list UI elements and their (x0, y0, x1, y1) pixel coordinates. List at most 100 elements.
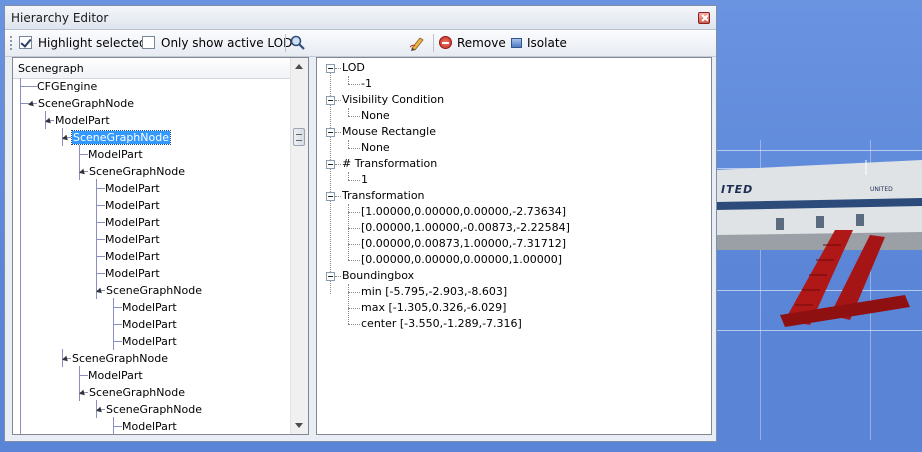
scroll-thumb[interactable] (293, 128, 305, 146)
tree-node-label: SceneGraphNode (106, 284, 202, 297)
property-branch-line (348, 228, 360, 229)
tree-node[interactable]: ModelPart (88, 367, 143, 384)
expanded-triangle-icon[interactable] (96, 406, 104, 414)
properties-panel[interactable]: LOD -1 Visibility Condition None Mouse Recta… (316, 57, 712, 435)
property-value: None (361, 141, 390, 154)
only-active-lod-checkbox[interactable] (142, 36, 155, 49)
tree-branch-line (113, 417, 114, 434)
tree-view[interactable]: CFGEngine SceneGraphNode ModelPart SceneGra… (13, 78, 291, 434)
tree-branch-line (96, 222, 105, 223)
collapse-toggle-icon[interactable] (326, 96, 335, 105)
tree-header-label: Scenegraph (18, 62, 84, 75)
tree-node-label: ModelPart (105, 267, 160, 280)
collapse-toggle-icon[interactable] (326, 128, 335, 137)
properties-tree[interactable]: LOD -1 Visibility Condition None Mouse Recta… (317, 58, 711, 434)
toolbar-grip-icon[interactable] (10, 36, 14, 50)
collapse-toggle-icon[interactable] (326, 64, 335, 73)
tree-node-label: ModelPart (105, 233, 160, 246)
tree-header[interactable]: Scenegraph (13, 58, 291, 79)
tree-node[interactable]: SceneGraphNode (79, 384, 185, 401)
property-group-label[interactable]: Mouse Rectangle (342, 124, 436, 140)
tree-node[interactable]: ModelPart (122, 333, 177, 350)
tree-branch-line (96, 247, 97, 265)
scroll-down-arrow-icon[interactable] (295, 423, 303, 428)
remove-icon[interactable] (439, 36, 452, 49)
property-branch-line (348, 260, 360, 261)
expanded-triangle-icon[interactable] (79, 389, 87, 397)
tree-node-label: SceneGraphNode (89, 165, 185, 178)
property-branch-line (335, 164, 341, 165)
property-branch-line (348, 172, 349, 180)
collapse-toggle-icon[interactable] (326, 192, 335, 201)
property-value: center [-3.550,-1.289,-7.316] (361, 317, 522, 330)
property-group-label[interactable]: Boundingbox (342, 268, 414, 284)
property-branch-line (348, 292, 360, 293)
collapse-toggle-icon[interactable] (326, 160, 335, 169)
scenegraph-tree-panel[interactable]: Scenegraph CFGEngine SceneGraphNode ModelP… (12, 57, 309, 435)
property-value: max [-1.305,0.326,-6.029] (361, 301, 507, 314)
tree-node[interactable]: SceneGraphNode (62, 129, 171, 146)
tree-node[interactable]: ModelPart (122, 299, 177, 316)
isolate-icon[interactable] (511, 38, 522, 48)
expanded-triangle-icon[interactable] (79, 168, 87, 176)
property-group-label[interactable]: Visibility Condition (342, 92, 444, 108)
property-group-label[interactable]: # Transformation (342, 156, 437, 172)
tree-node[interactable]: ModelPart (105, 265, 160, 282)
tree-branch-line (96, 264, 97, 282)
property-group-label[interactable]: Transformation (342, 188, 425, 204)
toolbar-separator (285, 34, 286, 52)
remove-button[interactable]: Remove (457, 36, 506, 50)
tree-node[interactable]: SceneGraphNode (28, 95, 134, 112)
tree-node[interactable]: ModelPart (105, 180, 160, 197)
property-branch-line (348, 308, 360, 309)
expanded-triangle-icon[interactable] (62, 355, 70, 363)
stairs-model (780, 230, 910, 327)
close-button[interactable] (698, 12, 710, 24)
tree-node[interactable]: SceneGraphNode (96, 401, 202, 418)
tree-node[interactable]: ModelPart (122, 316, 177, 333)
expanded-triangle-icon[interactable] (62, 134, 70, 142)
tree-node-label: ModelPart (105, 250, 160, 263)
edit-pen-icon[interactable] (409, 35, 425, 51)
tree-node[interactable]: CFGEngine (37, 78, 97, 95)
tree-node[interactable]: ModelPart (105, 214, 160, 231)
tree-node-label: ModelPart (88, 148, 143, 161)
tree-node[interactable]: ModelPart (105, 248, 160, 265)
tree-node[interactable]: ModelPart (122, 418, 177, 434)
property-branch-line (348, 140, 349, 148)
tree-node[interactable]: ModelPart (88, 146, 143, 163)
highlight-selected-checkbox[interactable] (19, 36, 32, 49)
tree-node[interactable]: SceneGraphNode (62, 350, 168, 367)
tree-node-label: ModelPart (105, 182, 160, 195)
property-branch-line (348, 148, 360, 149)
tree-branch-line (96, 188, 105, 189)
collapse-toggle-icon[interactable] (326, 272, 335, 281)
property-group-label[interactable]: LOD (342, 60, 365, 76)
tree-branch-line (113, 341, 122, 342)
tree-node[interactable]: SceneGraphNode (96, 282, 202, 299)
tree-scrollbar[interactable] (290, 58, 308, 434)
tree-branch-line (96, 179, 97, 197)
hierarchy-editor-window: Hierarchy Editor Highlight selected Only… (4, 5, 717, 442)
highlight-selected-label[interactable]: Highlight selected (38, 36, 147, 50)
tree-node-label: ModelPart (88, 369, 143, 382)
expanded-triangle-icon[interactable] (28, 100, 36, 108)
tree-node[interactable]: ModelPart (105, 231, 160, 248)
property-branch-line (348, 84, 360, 85)
tree-node-label: ModelPart (55, 114, 110, 127)
property-branch-line (348, 284, 349, 324)
tree-node[interactable]: SceneGraphNode (79, 163, 185, 180)
property-branch-line (348, 324, 360, 325)
tree-node[interactable]: ModelPart (45, 112, 110, 129)
magnifier-icon[interactable] (290, 35, 305, 50)
property-value: [0.00000,1.00000,-0.00873,-2.22584] (361, 221, 570, 234)
tree-branch-line (96, 230, 97, 248)
fuselage-text: ITED (721, 183, 754, 196)
expanded-triangle-icon[interactable] (45, 117, 53, 125)
expanded-triangle-icon[interactable] (96, 287, 104, 295)
isolate-button[interactable]: Isolate (527, 36, 567, 50)
only-active-lod-label[interactable]: Only show active LOD (161, 36, 292, 50)
scroll-up-arrow-icon[interactable] (295, 64, 303, 69)
tree-node[interactable]: ModelPart (105, 197, 160, 214)
title-bar[interactable]: Hierarchy Editor (5, 6, 716, 30)
